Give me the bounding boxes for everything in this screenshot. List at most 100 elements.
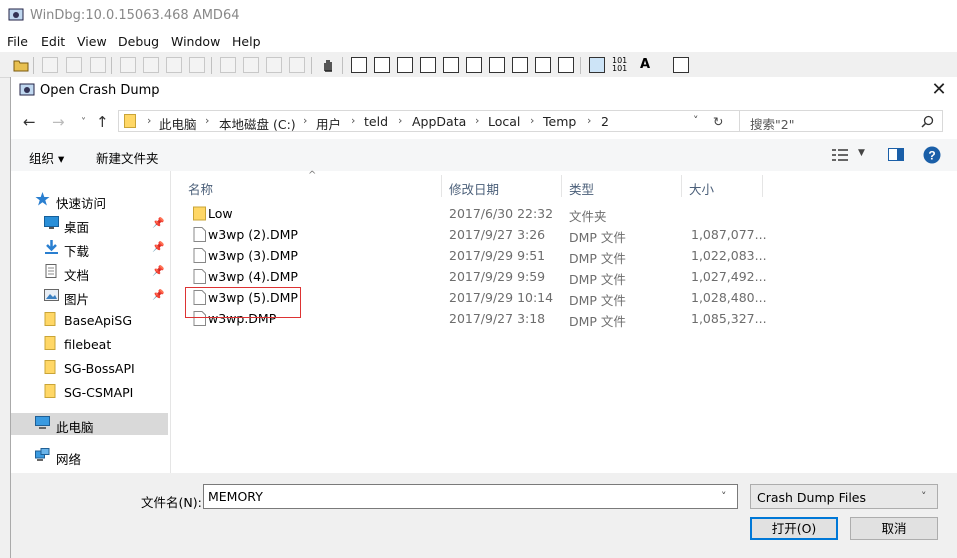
breadcrumb-item[interactable]: teld	[364, 114, 388, 129]
preview-pane-icon[interactable]	[888, 148, 904, 161]
cancel-button[interactable]: 取消	[850, 517, 938, 540]
registers-window-icon[interactable]	[420, 57, 436, 73]
font-icon[interactable]: A	[640, 57, 656, 73]
file-row-low[interactable]: Low 2017/6/30 22:32 文件夹	[171, 203, 771, 224]
pin-icon[interactable]: 📌	[152, 290, 164, 301]
disassembly-window-icon[interactable]	[489, 57, 505, 73]
network-icon	[35, 448, 50, 461]
forward-arrow-icon[interactable]: →	[52, 113, 65, 131]
help-icon[interactable]: ?	[923, 146, 941, 164]
address-history-chevron-icon[interactable]: ˅	[693, 114, 699, 127]
file-type-filter[interactable]: Crash Dump Files ˅	[750, 484, 938, 509]
menu-view[interactable]: View	[77, 34, 107, 49]
organize-button[interactable]: 组织 ▾	[29, 148, 64, 167]
new-folder-button[interactable]: 新建文件夹	[96, 148, 159, 167]
app-titlebar: WinDbg:10.0.15063.468 AMD64	[0, 0, 957, 32]
options-icon[interactable]	[673, 57, 689, 73]
folder-icon	[44, 360, 56, 374]
menu-file[interactable]: File	[7, 34, 28, 49]
address-bar[interactable]: › 此电脑 › 本地磁盘 (C:) › 用户 › teld › AppData …	[118, 110, 740, 132]
nav-item-pictures[interactable]: 图片 📌	[11, 285, 170, 307]
close-icon[interactable]: ✕	[929, 81, 949, 101]
recent-locations-chevron-icon[interactable]: ˅	[81, 117, 86, 128]
menu-debug[interactable]: Debug	[118, 34, 159, 49]
break-icon[interactable]	[189, 57, 205, 73]
filename-history-chevron-icon[interactable]: ˅	[721, 490, 727, 503]
watch-window-icon[interactable]	[374, 57, 390, 73]
navigation-pane: 快速访问 桌面 📌 下载 📌 文档 📌 图片 📌 BaseApiSG fileb…	[11, 171, 171, 473]
nav-item-network[interactable]: 网络	[11, 445, 170, 467]
refresh-icon[interactable]: ↻	[713, 114, 723, 129]
windbg-icon	[19, 83, 35, 96]
restart-icon[interactable]	[143, 57, 159, 73]
nav-item-quick-access[interactable]: 快速访问	[11, 189, 170, 211]
step-over-icon[interactable]	[243, 57, 259, 73]
breadcrumb-item[interactable]: 本地磁盘 (C:)	[219, 114, 296, 133]
nav-item-documents[interactable]: 文档 📌	[11, 261, 170, 283]
menu-window[interactable]: Window	[171, 34, 220, 49]
step-into-icon[interactable]	[220, 57, 236, 73]
filename-input[interactable]	[203, 484, 738, 509]
breadcrumb-item[interactable]: Temp	[543, 114, 576, 129]
file-row[interactable]: w3wp (2).DMP 2017/9/27 3:26 DMP 文件 1,087…	[171, 224, 771, 245]
nav-item-desktop[interactable]: 桌面 📌	[11, 213, 170, 235]
pin-icon[interactable]: 📌	[152, 242, 164, 253]
breadcrumb-item[interactable]: AppData	[412, 114, 466, 129]
processes-threads-icon[interactable]	[535, 57, 551, 73]
command-window-icon[interactable]	[351, 57, 367, 73]
nav-item-filebeat[interactable]: filebeat	[11, 333, 170, 355]
filename-label: 文件名(N):	[141, 495, 202, 510]
stop-debugging-icon[interactable]	[166, 57, 182, 73]
folder-icon	[44, 336, 56, 350]
svg-text:?: ?	[928, 149, 935, 163]
command-browser-icon[interactable]	[558, 57, 574, 73]
nav-item-this-pc[interactable]: 此电脑	[11, 413, 168, 435]
step-out-icon[interactable]	[266, 57, 282, 73]
toolbar: 101 101 A	[0, 53, 957, 78]
open-button[interactable]: 打开(O)	[750, 517, 838, 540]
nav-item-baseapisg[interactable]: BaseApiSG	[11, 309, 170, 331]
memory-window-icon[interactable]	[443, 57, 459, 73]
breadcrumb-item[interactable]: 2	[601, 114, 609, 129]
column-header-type[interactable]: 类型	[569, 179, 594, 198]
search-placeholder: 搜索"2"	[750, 117, 795, 132]
open-folder-icon[interactable]	[13, 57, 29, 73]
breadcrumb-item[interactable]: Local	[488, 114, 520, 129]
search-box[interactable]: 搜索"2"	[739, 110, 943, 132]
nav-item-sg-csmapi[interactable]: SG-CSMAPI	[11, 381, 170, 403]
cut-icon[interactable]	[42, 57, 58, 73]
folder-icon	[44, 312, 56, 326]
breadcrumb-item[interactable]: 此电脑	[159, 114, 197, 133]
column-header-size[interactable]: 大小	[689, 179, 714, 198]
file-row[interactable]: w3wp.DMP 2017/9/27 3:18 DMP 文件 1,085,327…	[171, 308, 771, 329]
pin-icon[interactable]: 📌	[152, 218, 164, 229]
menu-edit[interactable]: Edit	[41, 34, 65, 49]
column-header-date[interactable]: 修改日期	[449, 179, 499, 198]
pin-icon[interactable]: 📌	[152, 266, 164, 277]
source-mode-icon[interactable]	[589, 57, 605, 73]
nav-item-sg-bossapi[interactable]: SG-BossAPI	[11, 357, 170, 379]
hex-mode-icon[interactable]: 101 101	[612, 57, 628, 73]
up-arrow-icon[interactable]: ↑	[96, 113, 109, 131]
menu-help[interactable]: Help	[232, 34, 261, 49]
run-to-cursor-icon[interactable]	[289, 57, 305, 73]
file-icon	[193, 227, 206, 242]
view-options-icon[interactable]	[832, 149, 850, 161]
locals-window-icon[interactable]	[397, 57, 413, 73]
file-row[interactable]: w3wp (5).DMP 2017/9/29 10:14 DMP 文件 1,02…	[171, 287, 771, 308]
nav-item-downloads[interactable]: 下载 📌	[11, 237, 170, 259]
search-icon[interactable]	[921, 115, 934, 128]
column-header-name[interactable]: 名称	[188, 179, 213, 198]
file-row[interactable]: w3wp (3).DMP 2017/9/29 9:51 DMP 文件 1,022…	[171, 245, 771, 266]
paste-icon[interactable]	[90, 57, 106, 73]
menubar: File Edit View Debug Window Help	[0, 32, 957, 52]
file-row[interactable]: w3wp (4).DMP 2017/9/29 9:59 DMP 文件 1,027…	[171, 266, 771, 287]
go-icon[interactable]	[120, 57, 136, 73]
view-dropdown-icon[interactable]: ▼	[858, 148, 865, 158]
copy-icon[interactable]	[66, 57, 82, 73]
back-arrow-icon[interactable]: ←	[23, 113, 36, 131]
call-stack-window-icon[interactable]	[466, 57, 482, 73]
scratch-pad-icon[interactable]	[512, 57, 528, 73]
hand-icon[interactable]	[320, 57, 336, 73]
breadcrumb-item[interactable]: 用户	[316, 114, 341, 133]
